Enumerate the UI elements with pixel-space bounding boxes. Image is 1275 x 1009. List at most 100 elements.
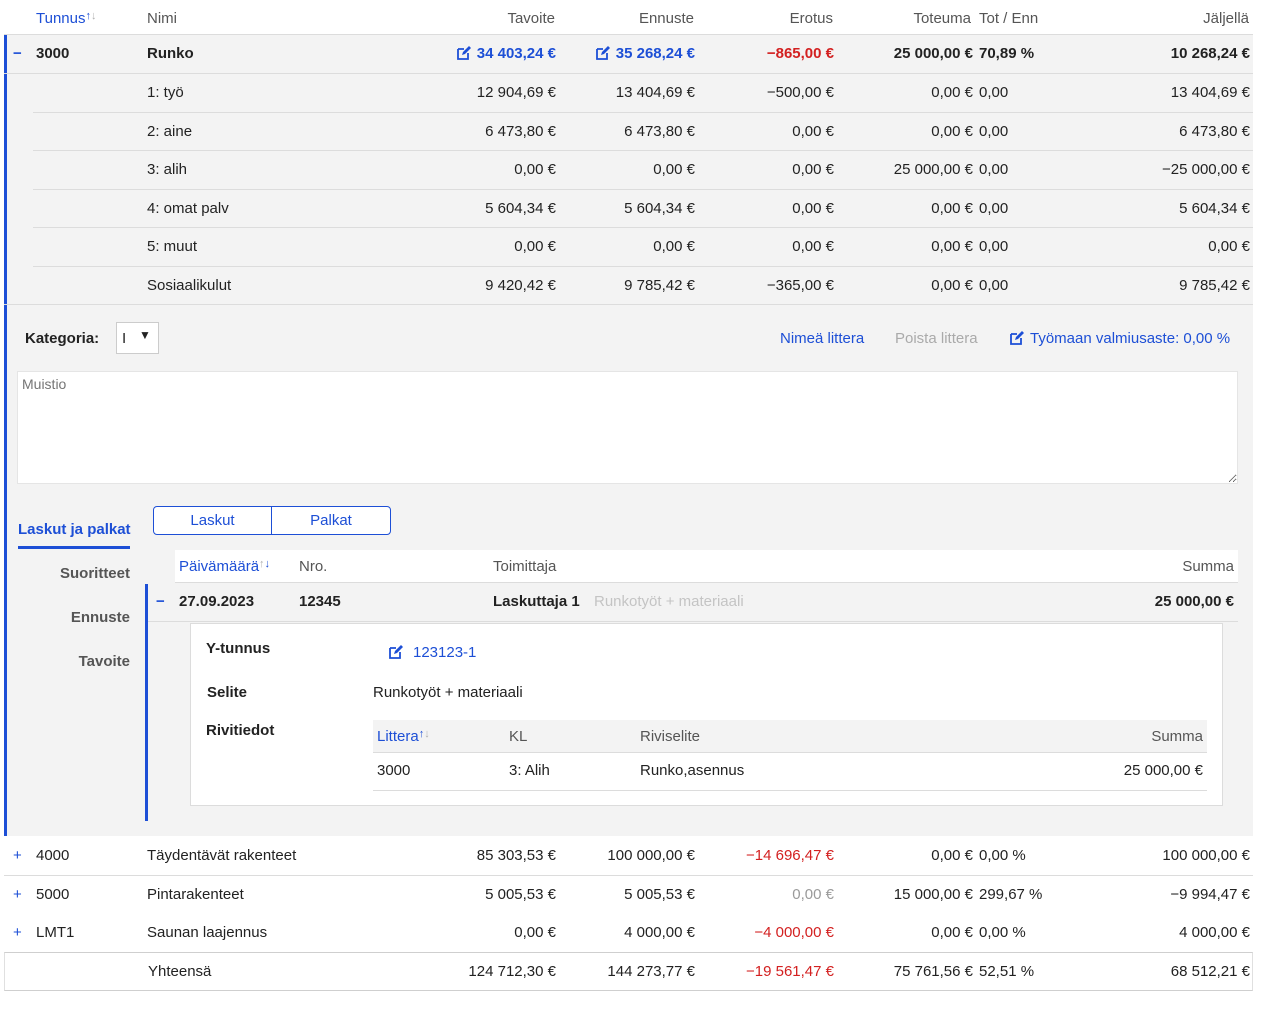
sub-row-jaljella: 5 604,34 €	[1179, 199, 1250, 217]
row-erotus: 0,00 €	[792, 885, 834, 903]
sub-row-nimi: 3: alih	[147, 161, 188, 178]
expand-toggle[interactable]: +	[13, 914, 22, 952]
column-header-ennuste[interactable]: Ennuste	[639, 10, 694, 27]
column-header-toteuma[interactable]: Toteuma	[913, 10, 971, 27]
sub-row-tot-enn: 0,00	[979, 238, 1009, 255]
sub-row-tot-enn: 0,00	[979, 199, 1009, 217]
sub-row: 3: alih 0,00 € 0,00 € 0,00 € 25 000,00 € 0,00…	[33, 150, 1253, 189]
table-row[interactable]: +5000 Pintarakenteet 5 005,53 € 5 005,53 € 0…	[4, 875, 1253, 915]
column-header-nro[interactable]: Nro.	[299, 558, 327, 575]
sub-row-ennuste: 5 604,34 €	[624, 199, 695, 217]
delete-littera-link[interactable]: Poista littera	[895, 330, 978, 347]
row-toteuma: 0,00 €	[931, 924, 973, 941]
laskut-toggle-button[interactable]: Laskut	[153, 506, 272, 535]
sub-rows-divider	[4, 304, 1253, 305]
column-header-kl[interactable]: KL	[509, 728, 527, 745]
expand-toggle[interactable]: +	[13, 837, 22, 875]
sub-row-tavoite: 5 604,34 €	[485, 199, 556, 217]
row-toteuma: 0,00 €	[931, 847, 973, 864]
totals-erotus: −19 561,47 €	[745, 963, 834, 980]
sub-row-erotus: 0,00 €	[792, 199, 834, 217]
side-tab-suoritteet[interactable]: Suoritteet	[60, 565, 130, 582]
side-tab-laskut-ja-palkat[interactable]: Laskut ja palkat	[18, 521, 131, 538]
sub-row-erotus: 0,00 €	[792, 161, 834, 178]
column-header-jaljella[interactable]: Jäljellä	[1203, 10, 1249, 27]
invoice-desc-hint: Runkotyöt + materiaali	[594, 593, 744, 610]
ytunnus-label: Y-tunnus	[206, 640, 271, 657]
totals-toteuma: 75 761,56 €	[893, 963, 973, 980]
sub-row-tavoite: 6 473,80 €	[485, 122, 556, 140]
ytunnus-edit[interactable]: 123123-1	[389, 644, 476, 661]
totals-tavoite: 124 712,30 €	[468, 963, 556, 980]
row-tavoite: 5 005,53 €	[485, 885, 556, 903]
row-nimi: Runko	[147, 45, 194, 62]
palkat-toggle-button[interactable]: Palkat	[271, 506, 391, 535]
sub-row-erotus: 0,00 €	[792, 122, 834, 140]
ennuste-edit[interactable]: 35 268,24 €	[595, 35, 695, 73]
totals-tot-enn: 52,51 %	[979, 963, 1035, 980]
sub-row-tot-enn: 0,00	[979, 161, 1009, 178]
column-header-riviselite[interactable]: Riviselite	[640, 728, 700, 745]
edit-icon	[1010, 331, 1024, 345]
edit-icon	[456, 46, 471, 60]
sub-row-nimi: 1: työ	[147, 84, 184, 101]
sub-row: 1: työ 12 904,69 € 13 404,69 € −500,00 € 0,0…	[33, 73, 1253, 112]
row-erotus: −4 000,00 €	[754, 924, 834, 941]
sub-row-erotus: −365,00 €	[766, 276, 834, 294]
row-tot-enn: 0,00 %	[979, 924, 1026, 941]
column-header-supplier[interactable]: Toimittaja	[493, 558, 556, 575]
column-header-tunnus[interactable]: Tunnus↑↓	[36, 10, 96, 27]
column-header-date[interactable]: Päivämäärä↑↓	[179, 558, 270, 575]
column-header-summa[interactable]: Summa	[1151, 728, 1203, 745]
sort-asc-icon: ↑↓	[418, 728, 430, 740]
sub-row-jaljella: −25 000,00 €	[1161, 161, 1250, 178]
selite-label: Selite	[207, 684, 248, 701]
table-row[interactable]: + LMT1 Saunan laajennus 0,00 € 4 000,00 € −4 …	[4, 914, 1253, 953]
row-nimi: Pintarakenteet	[147, 885, 244, 903]
totals-jaljella: 68 512,21 €	[1170, 963, 1250, 980]
progress-edit-link[interactable]: Työmaan valmiusaste: 0,00 %	[1010, 330, 1230, 347]
sub-row-tavoite: 0,00 €	[514, 161, 556, 178]
row-jaljella: −9 994,47 €	[1170, 885, 1250, 903]
side-tab-tavoite[interactable]: Tavoite	[79, 653, 130, 670]
sub-row-nimi: Sosiaalikulut	[147, 276, 232, 294]
row-nimi: Täydentävät rakenteet	[147, 847, 297, 864]
active-tab-indicator	[18, 546, 130, 549]
column-header-sum[interactable]: Summa	[1182, 558, 1234, 575]
column-header-littera[interactable]: Littera↑↓	[377, 728, 430, 745]
sub-row-tavoite: 12 904,69 €	[476, 84, 556, 101]
memo-textarea[interactable]	[17, 371, 1238, 484]
row-tunnus: 5000	[36, 885, 70, 903]
column-header-tot-enn[interactable]: Tot / Enn	[979, 10, 1038, 27]
expand-toggle[interactable]: +	[13, 876, 22, 914]
row-tot-enn: 299,67 %	[979, 885, 1043, 903]
sub-row-toteuma: 0,00 €	[931, 199, 973, 217]
row-ennuste: 100 000,00 €	[607, 847, 695, 864]
collapse-toggle[interactable]: −	[13, 35, 22, 73]
sort-asc-icon: ↑↓	[85, 10, 97, 22]
line-kl: 3: Alih	[509, 762, 550, 779]
row-tavoite: 0,00 €	[514, 924, 556, 941]
table-row[interactable]: +4000 Täydentävät rakenteet 85 303,53 € 100…	[4, 837, 1253, 876]
column-header-nimi[interactable]: Nimi	[147, 10, 177, 27]
tavoite-edit[interactable]: 34 403,24 €	[456, 35, 556, 73]
sub-row-tavoite: 0,00 €	[514, 238, 556, 255]
table-row-3000[interactable]: − 3000 Runko 34 403,24 € 35 268,24 € −86…	[4, 35, 1253, 74]
invoice-row[interactable]: − 27.09.2023 12345 Laskuttaja 1 Runkotyö…	[148, 583, 1238, 622]
side-tab-ennuste[interactable]: Ennuste	[71, 609, 130, 626]
invoice-date: 27.09.2023	[179, 593, 255, 610]
sub-row-tot-enn: 0,00	[979, 122, 1009, 140]
column-header-tavoite[interactable]: Tavoite	[507, 10, 555, 27]
invoice-table-header	[175, 550, 1238, 583]
totals-ennuste: 144 273,77 €	[607, 963, 695, 980]
edit-icon	[595, 46, 610, 60]
line-table-header	[373, 720, 1207, 753]
sub-row-ennuste: 0,00 €	[653, 161, 695, 178]
totals-label: Yhteensä	[148, 963, 212, 980]
column-header-erotus[interactable]: Erotus	[790, 10, 833, 27]
invoice-collapse-toggle[interactable]: −	[156, 583, 165, 621]
sub-row-toteuma: 0,00 €	[931, 84, 973, 101]
kategoria-select[interactable]: I ▼	[116, 322, 159, 354]
rename-littera-link[interactable]: Nimeä littera	[780, 330, 864, 347]
invoice-nro: 12345	[299, 593, 341, 610]
